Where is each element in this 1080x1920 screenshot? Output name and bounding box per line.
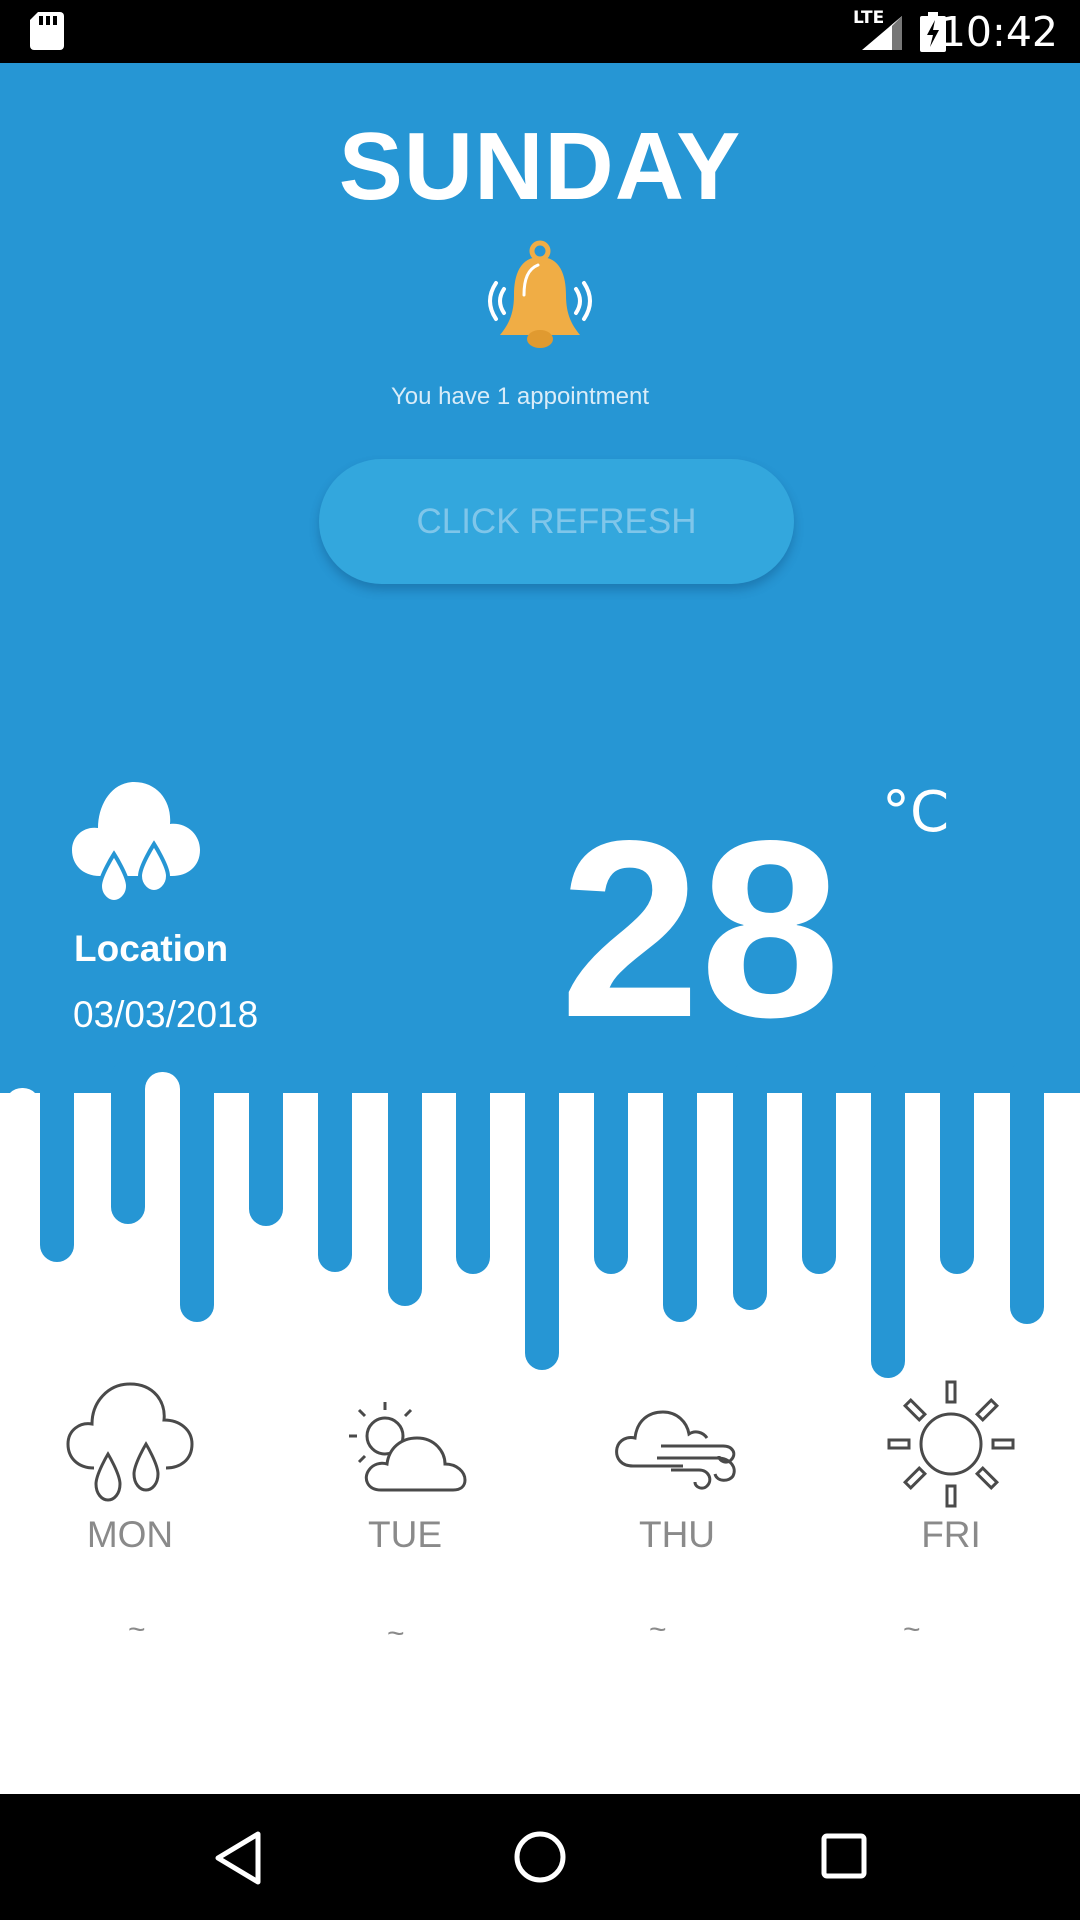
rain-cloud-icon [72, 782, 200, 905]
windy-cloud-icon [615, 1410, 736, 1490]
forecast-item-thu[interactable]: THU ~ [597, 1380, 757, 1646]
date-label: 03/03/2018 [73, 994, 259, 1035]
rain-cloud-icon [66, 1382, 194, 1502]
location-label: Location [74, 928, 229, 969]
forecast-day-label: MON [86, 1514, 174, 1555]
navigation-bar [0, 1794, 1080, 1920]
drip-decoration [0, 1060, 1080, 1400]
back-icon[interactable] [212, 1830, 264, 1886]
forecast-temp: ~ [649, 1613, 667, 1646]
recents-icon[interactable] [820, 1832, 868, 1880]
status-bar: LTE 10:42 [0, 0, 1080, 63]
temperature-unit: °C [882, 780, 950, 845]
forecast-temp: ~ [903, 1613, 921, 1646]
current-temperature: 28 [560, 789, 841, 1070]
day-title: SUNDAY [338, 113, 742, 220]
refresh-button[interactable]: CLICK REFRESH [319, 459, 794, 584]
forecast-item-tue[interactable]: TUE ~ [325, 1380, 485, 1650]
forecast-temp: ~ [128, 1613, 146, 1646]
appointment-text: You have 1 appointment [391, 383, 649, 410]
sd-card-icon [30, 12, 64, 50]
signal-icon [862, 16, 902, 50]
forecast-day-label: TUE [368, 1514, 442, 1555]
bell-icon [488, 240, 592, 348]
forecast-day-label: THU [638, 1514, 716, 1555]
home-icon[interactable] [513, 1830, 567, 1884]
forecast-temp: ~ [387, 1617, 405, 1650]
forecast-day-label: FRI [921, 1514, 981, 1555]
sun-icon [887, 1380, 1015, 1508]
forecast-item-fri[interactable]: FRI ~ [871, 1380, 1031, 1646]
forecast-item-mon[interactable]: MON ~ [50, 1380, 210, 1646]
status-time: 10:42 [939, 8, 1058, 56]
partly-sunny-icon [349, 1402, 467, 1492]
